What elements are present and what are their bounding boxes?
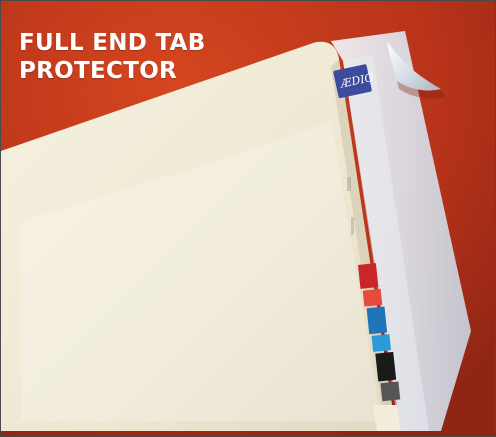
tab-mark bbox=[351, 217, 354, 235]
headline-line-1: FULL END TAB bbox=[19, 30, 206, 56]
tab-mark bbox=[347, 177, 351, 191]
folder-bottom-tab bbox=[373, 405, 401, 431]
product-image-frame: ÆDIO FULL END TAB PROTECTOR bbox=[0, 0, 496, 437]
headline: FULL END TAB PROTECTOR bbox=[19, 29, 206, 85]
headline-line-2: PROTECTOR bbox=[19, 58, 178, 84]
